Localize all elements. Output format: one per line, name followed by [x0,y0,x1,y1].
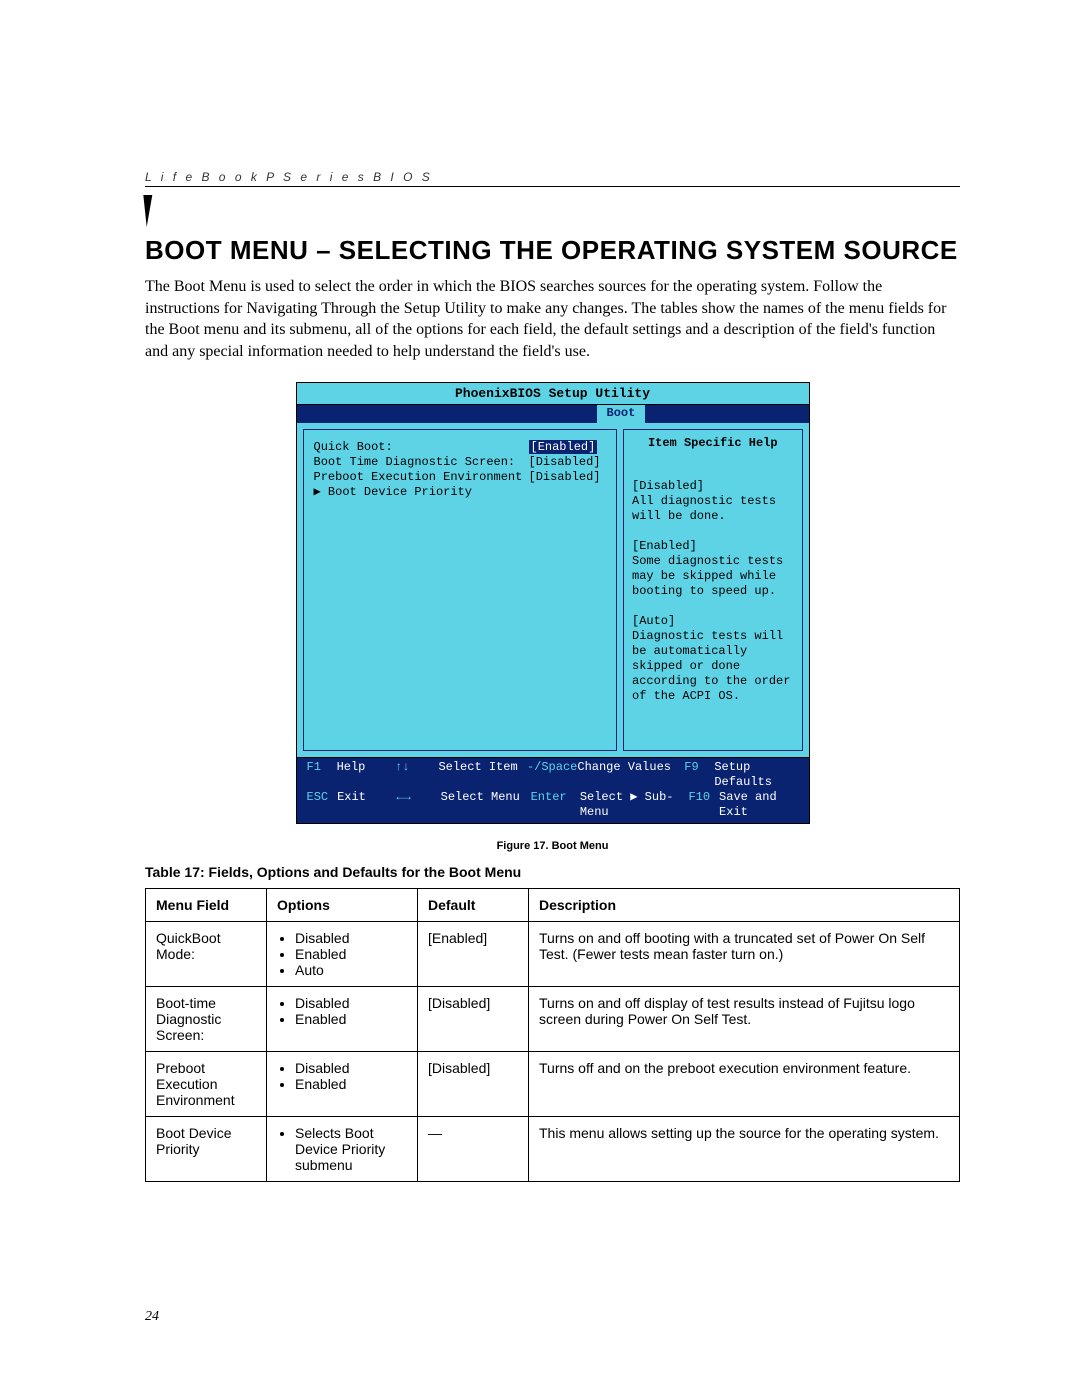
bios-key-label: Select ▶ Sub-Menu [580,790,689,820]
option-bullet: Disabled [295,995,407,1011]
option-bullet: Enabled [295,946,407,962]
bios-body: Quick Boot:[Enabled]Boot Time Diagnostic… [297,423,809,757]
cell-description: Turns off and on the preboot execution e… [529,1052,960,1117]
cell-options: DisabledEnabled [267,987,418,1052]
bios-settings-pane: Quick Boot:[Enabled]Boot Time Diagnostic… [303,429,618,751]
bios-active-tab: Boot [597,405,646,423]
page-title: BOOT MENU – SELECTING THE OPERATING SYST… [145,235,960,266]
bios-setting-value: [Disabled] [529,455,604,470]
bios-setting-label: Boot Time Diagnostic Screen: [314,455,529,470]
bios-key: F10 [688,790,719,820]
bios-setting-row: ▶ Boot Device Priority [314,485,609,500]
bios-key: Enter [531,790,580,820]
bios-setting-label: ▶ Boot Device Priority [314,485,529,500]
header-wedge-icon [145,195,960,229]
bios-key-label: Help [337,760,395,790]
table-row: Preboot Execution EnvironmentDisabledEna… [146,1052,960,1117]
bios-key: ←→ [396,790,440,820]
cell-menu-field: QuickBoot Mode: [146,922,267,987]
th-default: Default [418,889,529,922]
option-bullet: Enabled [295,1011,407,1027]
bios-setting-value [529,485,604,500]
table-header-row: Menu Field Options Default Description [146,889,960,922]
th-description: Description [529,889,960,922]
cell-default: [Disabled] [418,1052,529,1117]
option-bullet: Enabled [295,1076,407,1092]
table-row: QuickBoot Mode:DisabledEnabledAuto[Enabl… [146,922,960,987]
bios-help-pane: Item Specific Help [Disabled] All diagno… [623,429,803,751]
cell-default: — [418,1117,529,1182]
table-row: Boot-time Diagnostic Screen:DisabledEnab… [146,987,960,1052]
bios-setting-value: [Enabled] [529,440,604,455]
option-bullet: Disabled [295,1060,407,1076]
cell-options: DisabledEnabled [267,1052,418,1117]
bios-utility-title: PhoenixBIOS Setup Utility [297,383,809,405]
bios-key: ESC [307,790,338,820]
bios-setting-row: Quick Boot:[Enabled] [314,440,609,455]
header-rule [145,186,960,187]
bios-footer-line: F1 Help ↑↓ Select Item -/Space Change Va… [307,760,799,790]
bios-menu-bar: Boot [297,405,809,423]
bios-setting-value: [Disabled] [529,470,604,485]
bios-setting-row: Preboot Execution Environment[Disabled] [314,470,609,485]
bios-key: -/Space [527,760,577,790]
intro-paragraph: The Boot Menu is used to select the orde… [145,276,960,362]
bios-key-label: Select Item [438,760,527,790]
bios-setting-label: Quick Boot: [314,440,529,455]
cell-description: Turns on and off display of test results… [529,987,960,1052]
page-number: 24 [145,1309,159,1325]
bios-key-label: Setup Defaults [714,760,798,790]
bios-key: F1 [307,760,337,790]
bios-key-label: Select Menu [441,790,531,820]
bios-key-label: Save and Exit [719,790,798,820]
table-title: Table 17: Fields, Options and Defaults f… [145,864,960,880]
th-menu-field: Menu Field [146,889,267,922]
bios-key: F9 [684,760,714,790]
bios-key-label: Change Values [577,760,684,790]
cell-menu-field: Preboot Execution Environment [146,1052,267,1117]
cell-description: This menu allows setting up the source f… [529,1117,960,1182]
bios-footer: F1 Help ↑↓ Select Item -/Space Change Va… [297,757,809,823]
cell-options: Selects Boot Device Priority submenu [267,1117,418,1182]
cell-options: DisabledEnabledAuto [267,922,418,987]
spec-table: Menu Field Options Default Description Q… [145,888,960,1182]
cell-menu-field: Boot-time Diagnostic Screen: [146,987,267,1052]
cell-menu-field: Boot Device Priority [146,1117,267,1182]
bios-screenshot: PhoenixBIOS Setup Utility Boot Quick Boo… [296,382,810,824]
bios-key-label: Exit [337,790,396,820]
cell-default: [Enabled] [418,922,529,987]
bios-key: ↑↓ [395,760,438,790]
cell-description: Turns on and off booting with a truncate… [529,922,960,987]
figure-caption: Figure 17. Boot Menu [145,840,960,852]
cell-default: [Disabled] [418,987,529,1052]
document-page: L i f e B o o k P S e r i e s B I O S BO… [0,0,1080,1397]
bios-setting-label: Preboot Execution Environment [314,470,529,485]
option-bullet: Selects Boot Device Priority submenu [295,1125,407,1173]
option-bullet: Disabled [295,930,407,946]
bios-help-title: Item Specific Help [632,436,794,451]
option-bullet: Auto [295,962,407,978]
running-header: L i f e B o o k P S e r i e s B I O S [145,170,960,184]
table-row: Boot Device Priority Selects Boot Device … [146,1117,960,1182]
th-options: Options [267,889,418,922]
bios-help-body: [Disabled] All diagnostic tests will be … [632,479,794,704]
bios-footer-line: ESC Exit ←→ Select Menu Enter Select ▶ S… [307,790,799,820]
bios-setting-row: Boot Time Diagnostic Screen:[Disabled] [314,455,609,470]
